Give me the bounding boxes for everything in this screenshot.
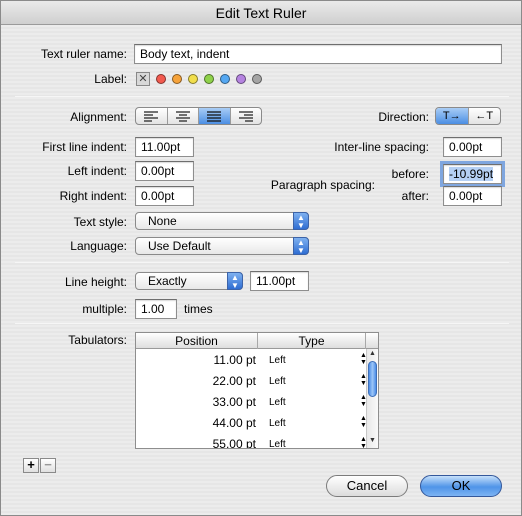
label-gray-swatch[interactable] <box>252 74 262 84</box>
table-scrollbar[interactable]: ▲ ▼ <box>366 349 378 448</box>
right-indent-label: Right indent: <box>59 189 127 203</box>
align-justify-icon[interactable] <box>199 108 231 124</box>
after-label: after: <box>401 189 429 203</box>
direction-ltr-button[interactable]: T→ <box>436 108 469 124</box>
tabulators-label: Tabulators: <box>68 333 127 347</box>
multiple-field[interactable]: 1.00 <box>135 299 177 319</box>
table-header: Position Type <box>136 333 378 349</box>
left-indent-label: Left indent: <box>67 164 127 178</box>
tabulators-table[interactable]: Position Type 11.00 pt Left ▲ ▼ 22.00 pt … <box>135 332 379 449</box>
left-indent-field[interactable]: 0.00pt <box>135 161 194 181</box>
before-label: before: <box>391 167 429 181</box>
separator <box>15 262 509 263</box>
label-blue-swatch[interactable] <box>220 74 230 84</box>
after-spacing-field[interactable]: 0.00pt <box>443 186 502 206</box>
add-tab-button[interactable]: + <box>23 458 39 473</box>
label-none-icon[interactable]: ✕ <box>136 72 150 86</box>
align-center-icon[interactable] <box>168 108 199 124</box>
language-value: Use Default <box>148 239 211 253</box>
paragraph-spacing-label: Paragraph spacing: <box>270 178 375 192</box>
multiple-suffix: times <box>184 302 213 316</box>
first-line-indent-field[interactable]: 11.00pt <box>135 137 194 157</box>
cancel-button[interactable]: Cancel <box>326 475 408 497</box>
table-row[interactable]: 11.00 pt Left ▲ ▼ <box>136 350 368 371</box>
remove-tab-button[interactable]: − <box>40 458 56 473</box>
direction-segmented-control[interactable]: T→ ←T <box>435 107 501 125</box>
ok-button[interactable]: OK <box>420 475 502 497</box>
separator <box>15 96 509 97</box>
popup-arrows-icon: ▲ ▼ <box>227 272 243 290</box>
align-left-icon[interactable] <box>136 108 168 124</box>
inter-line-spacing-field[interactable]: 0.00pt <box>443 137 502 157</box>
table-row[interactable]: 44.00 pt Left ▲ ▼ <box>136 413 368 434</box>
right-indent-field[interactable]: 0.00pt <box>135 186 194 206</box>
popup-arrows-icon: ▲ ▼ <box>293 212 309 230</box>
alignment-segmented-control[interactable] <box>135 107 262 125</box>
line-height-mode-popup[interactable]: Exactly ▲ ▼ <box>135 272 243 290</box>
line-height-label: Line height: <box>64 275 127 289</box>
label-green-swatch[interactable] <box>204 74 214 84</box>
label-orange-swatch[interactable] <box>172 74 182 84</box>
language-label: Language: <box>70 239 127 253</box>
column-header-position[interactable]: Position <box>136 333 258 349</box>
label-purple-swatch[interactable] <box>236 74 246 84</box>
label-red-swatch[interactable] <box>156 74 166 84</box>
scroll-down-icon[interactable]: ▼ <box>369 437 376 444</box>
text-style-label: Text style: <box>73 215 127 229</box>
text-style-popup[interactable]: None ▲ ▼ <box>135 212 309 230</box>
text-style-value: None <box>148 214 177 228</box>
scrollbar-thumb[interactable] <box>368 361 377 397</box>
alignment-label: Alignment: <box>70 110 127 124</box>
direction-rtl-button[interactable]: ←T <box>469 108 501 124</box>
before-spacing-field[interactable]: -10.99pt <box>440 161 505 187</box>
line-height-mode-value: Exactly <box>148 274 187 288</box>
first-line-indent-label: First line indent: <box>42 140 127 154</box>
label-label: Label: <box>94 72 127 86</box>
multiple-label: multiple: <box>82 302 127 316</box>
scroll-up-icon[interactable]: ▲ <box>369 350 376 357</box>
table-row[interactable]: 22.00 pt Left ▲ ▼ <box>136 371 368 392</box>
inter-line-spacing-label: Inter-line spacing: <box>334 140 429 154</box>
column-header-type[interactable]: Type <box>258 333 366 349</box>
ruler-name-field[interactable]: Body text, indent <box>134 44 502 64</box>
edit-text-ruler-dialog: Edit Text Ruler Text ruler name: Body te… <box>0 0 522 516</box>
language-popup[interactable]: Use Default ▲ ▼ <box>135 237 309 255</box>
ruler-name-label: Text ruler name: <box>40 47 127 61</box>
window-title: Edit Text Ruler <box>1 1 521 25</box>
separator <box>15 323 509 324</box>
table-row[interactable]: 33.00 pt Left ▲ ▼ <box>136 392 368 413</box>
direction-label: Direction: <box>378 110 429 124</box>
table-row[interactable]: 55.00 pt Left ▲ ▼ <box>136 434 368 448</box>
popup-arrows-icon: ▲ ▼ <box>293 237 309 255</box>
line-height-field[interactable]: 11.00pt <box>250 271 309 291</box>
align-right-icon[interactable] <box>231 108 262 124</box>
label-yellow-swatch[interactable] <box>188 74 198 84</box>
